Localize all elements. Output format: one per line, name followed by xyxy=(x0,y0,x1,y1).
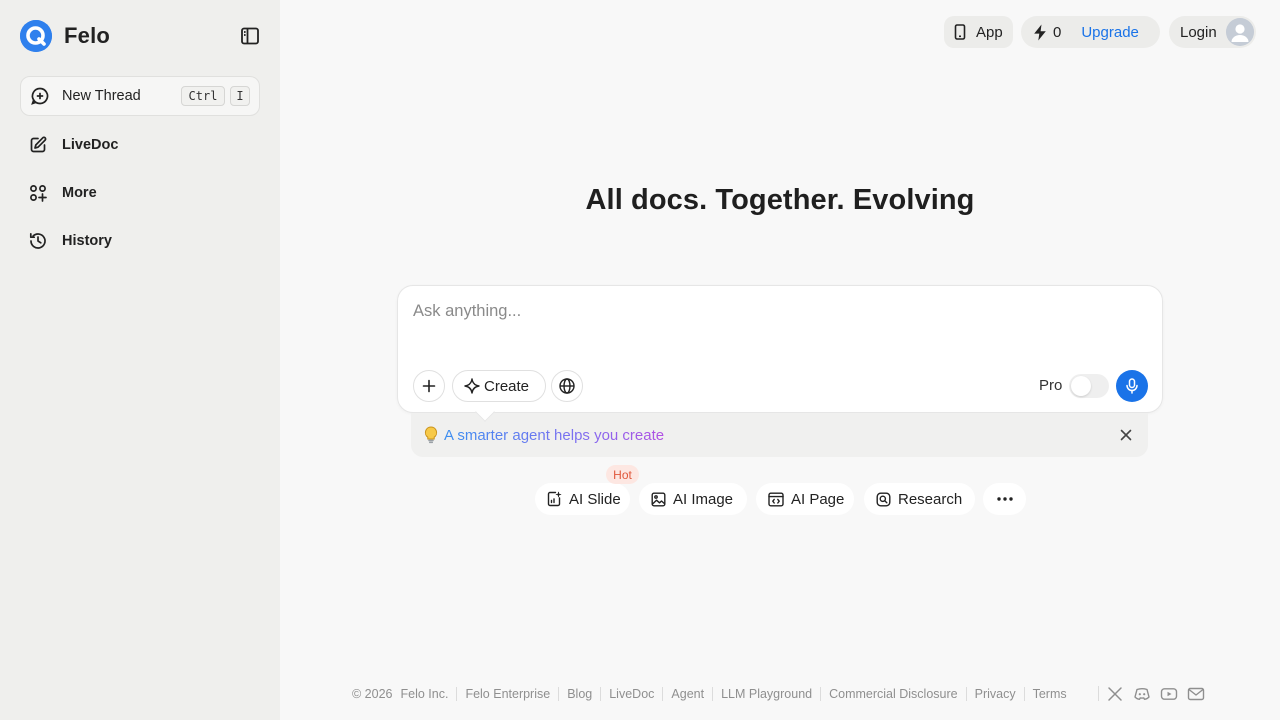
footer-link-llm-playground[interactable]: LLM Playground xyxy=(712,687,820,701)
sparkle-icon xyxy=(464,378,480,394)
history-icon xyxy=(28,231,48,251)
chip-label: AI Image xyxy=(673,490,734,508)
attach-button[interactable] xyxy=(413,370,445,402)
credits-count: 0 xyxy=(1053,23,1062,41)
ai-slide-button[interactable]: AI Slide xyxy=(535,483,630,515)
brand[interactable]: Felo xyxy=(20,20,110,52)
lightbulb-icon xyxy=(424,426,438,444)
avatar xyxy=(1226,18,1254,46)
footer-link-blog[interactable]: Blog xyxy=(558,687,600,701)
web-search-button[interactable] xyxy=(551,370,583,402)
chat-plus-icon xyxy=(30,86,50,106)
mail-icon[interactable] xyxy=(1187,685,1205,703)
social-links xyxy=(1098,685,1214,703)
plus-icon xyxy=(422,379,436,393)
research-icon xyxy=(876,492,891,507)
brand-name: Felo xyxy=(64,23,111,48)
footer-link-livedoc[interactable]: LiveDoc xyxy=(600,687,662,701)
search-box: Create Pro xyxy=(397,285,1163,413)
tip-text[interactable]: A smarter agent helps you create xyxy=(444,427,664,444)
shortcut-i-key: I xyxy=(230,86,250,106)
sidebar-item-label: LiveDoc xyxy=(62,137,119,153)
discord-icon[interactable] xyxy=(1133,685,1151,703)
pro-label: Pro xyxy=(1039,377,1063,394)
new-thread-label: New Thread xyxy=(62,88,141,104)
lightning-icon xyxy=(1033,24,1047,41)
footer: © 2026 Felo Inc. Felo Enterprise Blog Li… xyxy=(352,686,1075,702)
create-button[interactable]: Create xyxy=(452,370,546,402)
sidebar-item-history[interactable]: History xyxy=(20,223,260,259)
phone-icon xyxy=(954,24,966,40)
upgrade-button[interactable]: Upgrade xyxy=(1081,24,1139,41)
close-icon[interactable] xyxy=(1118,427,1134,443)
pro-toggle[interactable] xyxy=(1069,374,1109,398)
sidebar: Felo New Thread Ctrl I LiveDoc More Hist… xyxy=(0,0,280,720)
footer-link-privacy[interactable]: Privacy xyxy=(965,687,1024,701)
sidebar-toggle-icon[interactable] xyxy=(238,24,262,48)
footer-divider xyxy=(1098,686,1099,701)
new-thread-button[interactable]: New Thread Ctrl I xyxy=(20,76,260,116)
voice-input-button[interactable] xyxy=(1116,370,1148,402)
ai-page-button[interactable]: AI Page xyxy=(756,483,854,515)
globe-icon xyxy=(558,377,576,395)
sidebar-item-more[interactable]: More xyxy=(20,175,260,211)
footer-link-agent[interactable]: Agent xyxy=(662,687,712,701)
chip-label: AI Slide xyxy=(569,490,621,508)
copyright: © 2026 xyxy=(352,687,393,701)
login-button[interactable]: Login xyxy=(1169,16,1256,48)
youtube-icon[interactable] xyxy=(1160,685,1178,703)
image-icon xyxy=(651,492,666,507)
app-label: App xyxy=(976,23,1003,41)
footer-link-commercial-disclosure[interactable]: Commercial Disclosure xyxy=(820,687,966,701)
login-label: Login xyxy=(1180,23,1217,41)
toggle-knob xyxy=(1071,376,1091,396)
microphone-icon xyxy=(1125,378,1139,394)
create-label: Create xyxy=(484,377,530,395)
tip-banner: A smarter agent helps you create xyxy=(411,413,1148,457)
research-button[interactable]: Research xyxy=(864,483,975,515)
pen-square-icon xyxy=(28,135,48,155)
more-features-button[interactable] xyxy=(983,483,1026,515)
shortcut-ctrl-key: Ctrl xyxy=(181,86,225,106)
chip-label: Research xyxy=(898,490,963,508)
footer-link-terms[interactable]: Terms xyxy=(1023,687,1075,701)
app-download-button[interactable]: App xyxy=(944,16,1013,48)
sidebar-item-label: More xyxy=(62,185,97,201)
page-title: All docs. Together. Evolving xyxy=(585,184,975,216)
slide-doc-icon xyxy=(547,491,562,507)
ellipsis-icon xyxy=(996,497,1013,501)
sidebar-item-label: History xyxy=(62,233,112,249)
hot-badge: Hot xyxy=(606,465,639,484)
chip-label: AI Page xyxy=(791,490,845,508)
browser-code-icon xyxy=(768,492,784,507)
felo-logo-icon xyxy=(20,20,52,52)
ai-image-button[interactable]: AI Image xyxy=(639,483,747,515)
x-twitter-icon[interactable] xyxy=(1106,685,1124,703)
footer-link-enterprise[interactable]: Felo Enterprise xyxy=(456,687,558,701)
credits-pill: 0 Upgrade xyxy=(1021,16,1160,48)
footer-link-felo-inc[interactable]: Felo Inc. xyxy=(401,687,457,701)
sidebar-item-livedoc[interactable]: LiveDoc xyxy=(20,127,260,163)
search-input[interactable] xyxy=(413,298,1113,324)
apps-plus-icon xyxy=(28,183,48,203)
